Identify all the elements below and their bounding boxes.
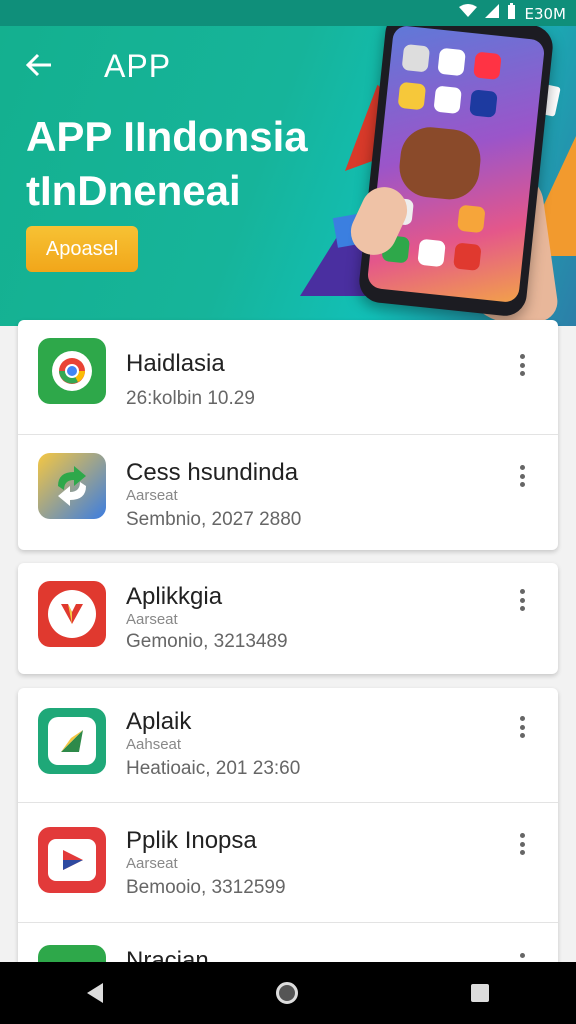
- hero-headline-line-1: APP IIndonsia: [26, 113, 308, 160]
- phone-app-icon: [453, 242, 482, 271]
- app-list-card: Haidlasia 26:kolbin 10.29 Cess hsundinda…: [18, 320, 558, 550]
- phone-app-icon: [457, 204, 486, 234]
- home-icon[interactable]: [275, 982, 298, 1004]
- play-triangle-icon: [38, 827, 106, 893]
- more-options-icon[interactable]: [512, 585, 532, 615]
- app-subtitle: Aarseat: [126, 855, 178, 872]
- list-item[interactable]: Aplikkgia Aarseat Gemonio, 3213489: [18, 563, 558, 674]
- app-list-card: Aplaik Aahseat Heatioaic, 201 23:60 Ppli…: [18, 688, 558, 978]
- back-arrow-icon[interactable]: [24, 50, 58, 84]
- phone-app-icon: [469, 89, 498, 118]
- list-item[interactable]: Pplik Inopsa Aarseat Bemooio, 3312599: [18, 803, 558, 923]
- more-options-icon[interactable]: [512, 829, 532, 859]
- phone-screen: [366, 26, 546, 304]
- app-list-card: Aplikkgia Aarseat Gemonio, 3213489: [18, 563, 558, 674]
- app-name: Aplaik: [126, 708, 192, 735]
- wifi-icon: [459, 4, 478, 23]
- page-title: APP: [104, 48, 172, 84]
- app-subtitle: Aarseat: [126, 611, 178, 628]
- chrome-like-icon: [38, 338, 106, 404]
- app-meta: Heatioaic, 201 23:60: [126, 758, 301, 779]
- cta-button[interactable]: Apoasel: [26, 226, 138, 272]
- app-meta: Sembnio, 2027 2880: [126, 509, 302, 530]
- list-item[interactable]: Aplaik Aahseat Heatioaic, 201 23:60: [18, 688, 558, 803]
- app-name: Aplikkgia: [126, 583, 223, 610]
- status-time: E30M: [524, 4, 566, 23]
- phone-illustration: [357, 26, 555, 318]
- hero-banner: APP APP IIndonsia tInDneneai Apoasel: [0, 26, 576, 326]
- play-arrow-icon: [38, 708, 106, 774]
- app-meta: 26:kolbin 10.29: [126, 388, 255, 409]
- hero-headline: APP IIndonsia tInDneneai: [26, 110, 356, 218]
- app-name: Pplik Inopsa: [126, 827, 257, 854]
- more-options-icon[interactable]: [512, 712, 532, 742]
- navigation-bar: [0, 962, 576, 1024]
- phone-app-icon: [473, 51, 502, 81]
- app-meta: Bemooio, 3312599: [126, 877, 286, 898]
- sync-arrows-icon: [38, 453, 106, 519]
- list-item[interactable]: Haidlasia 26:kolbin 10.29: [18, 320, 558, 435]
- app-name: Cess hsundinda: [126, 459, 299, 486]
- list-item[interactable]: Cess hsundinda Aarseat Sembnio, 2027 288…: [18, 435, 558, 550]
- photo-avatar: [396, 124, 484, 203]
- back-icon[interactable]: [86, 983, 103, 1003]
- status-bar: E30M: [0, 0, 576, 26]
- phone-app-icon: [397, 81, 427, 111]
- hero-headline-line-2: tInDneneai: [26, 167, 241, 214]
- app-subtitle: Aarseat: [126, 487, 178, 504]
- more-options-icon[interactable]: [512, 461, 532, 491]
- phone-app-icon: [401, 43, 431, 73]
- recents-icon[interactable]: [471, 984, 490, 1002]
- app-meta: Gemonio, 3213489: [126, 631, 288, 652]
- signal-icon: [485, 4, 500, 23]
- battery-icon: [507, 3, 516, 24]
- app-subtitle: Aahseat: [126, 736, 182, 753]
- phone-app-icon: [417, 238, 446, 268]
- phone-app-icon: [437, 47, 466, 77]
- app-name: Haidlasia: [126, 350, 225, 377]
- more-options-icon[interactable]: [512, 350, 532, 380]
- y-logo-icon: [38, 581, 106, 647]
- phone-app-icon: [433, 85, 462, 115]
